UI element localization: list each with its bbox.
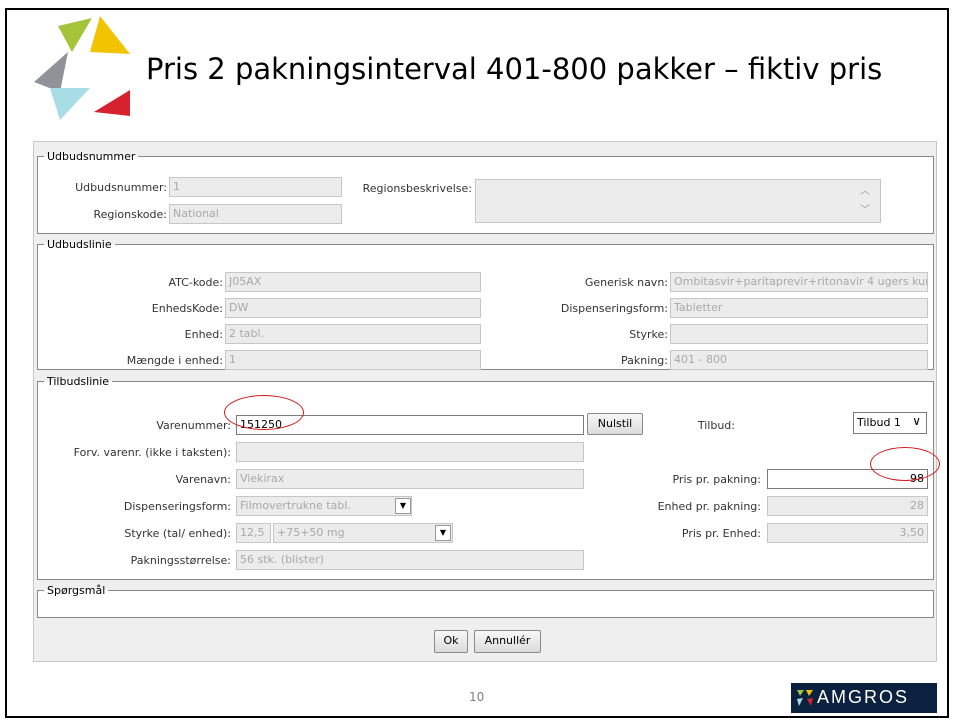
amgros-logo-icon: [797, 690, 813, 706]
chevron-down-icon: ∨: [912, 414, 921, 428]
udbudsnummer-field: 1: [169, 177, 342, 197]
enhed-pr-pakning-label: Enhed pr. pakning:: [657, 500, 761, 513]
tilbudslinie-section: Tilbudslinie Varenummer: 151250 Nulstil …: [37, 375, 934, 580]
atc-kode-field: J05AX: [225, 272, 481, 292]
atc-kode-label: ATC-kode:: [168, 276, 223, 289]
tilbudslinie-legend: Tilbudslinie: [47, 375, 110, 388]
enhed-label: Enhed:: [184, 328, 223, 341]
sporgsmal-legend: Spørgsmål: [47, 584, 106, 597]
dropdown-arrow-icon[interactable]: ▼: [435, 525, 451, 541]
tilbud-dispenseringsform-label: Dispenseringsform:: [123, 500, 231, 513]
regionsbeskrivelse-label: Regionsbeskrivelse:: [362, 182, 472, 195]
dropdown-arrow-icon[interactable]: ▼: [395, 498, 411, 514]
tilbud-dispenseringsform-select[interactable]: Filmovertrukne tabl.: [236, 496, 412, 516]
enhedskode-field: DW: [225, 298, 481, 318]
maengde-field: 1: [225, 350, 481, 370]
tender-form: Udbudsnummer Udbudsnummer: 1 Regionskode…: [33, 141, 937, 662]
varenavn-field: Viekirax: [236, 469, 584, 489]
pris-pr-enhed-label: Pris pr. Enhed:: [681, 527, 761, 540]
pris-pr-enhed-field: 3,50: [767, 523, 928, 543]
udbudsnummer-section: Udbudsnummer Udbudsnummer: 1 Regionskode…: [37, 150, 934, 234]
varenavn-label: Varenavn:: [175, 473, 231, 486]
amgros-wordmark: AMGROS: [817, 687, 910, 707]
enhed-pr-pakning-field: 28: [767, 496, 928, 516]
scroll-down-icon[interactable]: ﹀: [860, 201, 870, 216]
nulstil-button[interactable]: Nulstil: [587, 413, 643, 435]
varenummer-label: Varenummer:: [156, 419, 231, 432]
scroll-up-icon[interactable]: ︿: [860, 182, 870, 197]
ok-button[interactable]: Ok: [434, 630, 468, 653]
pakning-field: 401 - 800: [670, 350, 928, 370]
tilbud-select-value: Tilbud 1: [857, 416, 901, 429]
generisk-navn-field: Ombitasvir+paritaprevir+ritonavir 4 uger…: [670, 272, 928, 292]
tilbud-label: Tilbud:: [697, 419, 735, 432]
udbudsnummer-legend: Udbudsnummer: [47, 150, 136, 163]
regionsbeskrivelse-textarea: [475, 179, 881, 223]
annuller-button[interactable]: Annullér: [474, 630, 541, 653]
maengde-label: Mængde i enhed:: [126, 354, 223, 367]
pris-pr-pakning-label: Pris pr. pakning:: [672, 473, 761, 486]
logo-icon: [34, 16, 130, 120]
forv-varenr-label: Forv. varenr. (ikke i taksten):: [73, 446, 231, 459]
enhedskode-label: EnhedsKode:: [151, 302, 223, 315]
enhed-field: 2 tabl.: [225, 324, 481, 344]
tilbud-select[interactable]: Tilbud 1 ∨: [853, 412, 927, 434]
generisk-navn-label: Generisk navn:: [584, 276, 668, 289]
amgros-logo: AMGROS: [791, 683, 937, 713]
udbudsnummer-label: Udbudsnummer:: [75, 181, 167, 194]
sporgsmal-section: Spørgsmål: [37, 584, 934, 618]
pakning-label: Pakning:: [621, 354, 668, 367]
styrke-enhed-value: +75+50 mg: [277, 526, 345, 539]
styrke-enhed-select[interactable]: +75+50 mg: [273, 523, 453, 543]
varenummer-highlight: [224, 395, 304, 430]
slide-title: Pris 2 pakningsinterval 401-800 pakker –…: [146, 52, 883, 86]
pris-highlight: [870, 447, 940, 481]
page-number: 10: [469, 690, 485, 704]
dispenseringsform-field: Tabletter: [670, 298, 928, 318]
regionskode-label: Regionskode:: [93, 208, 167, 221]
dispenseringsform-label: Dispenseringsform:: [560, 302, 668, 315]
pakningsstorrelse-field: 56 stk. (blister): [236, 550, 584, 570]
pakningsstorrelse-label: Pakningsstørrelse:: [130, 554, 231, 567]
styrke-field: [670, 324, 928, 344]
regionskode-field: National: [169, 204, 342, 224]
udbudslinie-legend: Udbudslinie: [47, 238, 112, 251]
styrke-tal-field: 12,5: [236, 523, 271, 543]
forv-varenr-field: [236, 442, 584, 462]
udbudslinie-section: Udbudslinie ATC-kode: J05AX EnhedsKode: …: [37, 238, 934, 370]
tilbud-dispenseringsform-value: Filmovertrukne tabl.: [240, 499, 351, 512]
styrke-label: Styrke:: [629, 328, 668, 341]
tilbud-styrke-label: Styrke (tal/ enhed):: [124, 527, 231, 540]
